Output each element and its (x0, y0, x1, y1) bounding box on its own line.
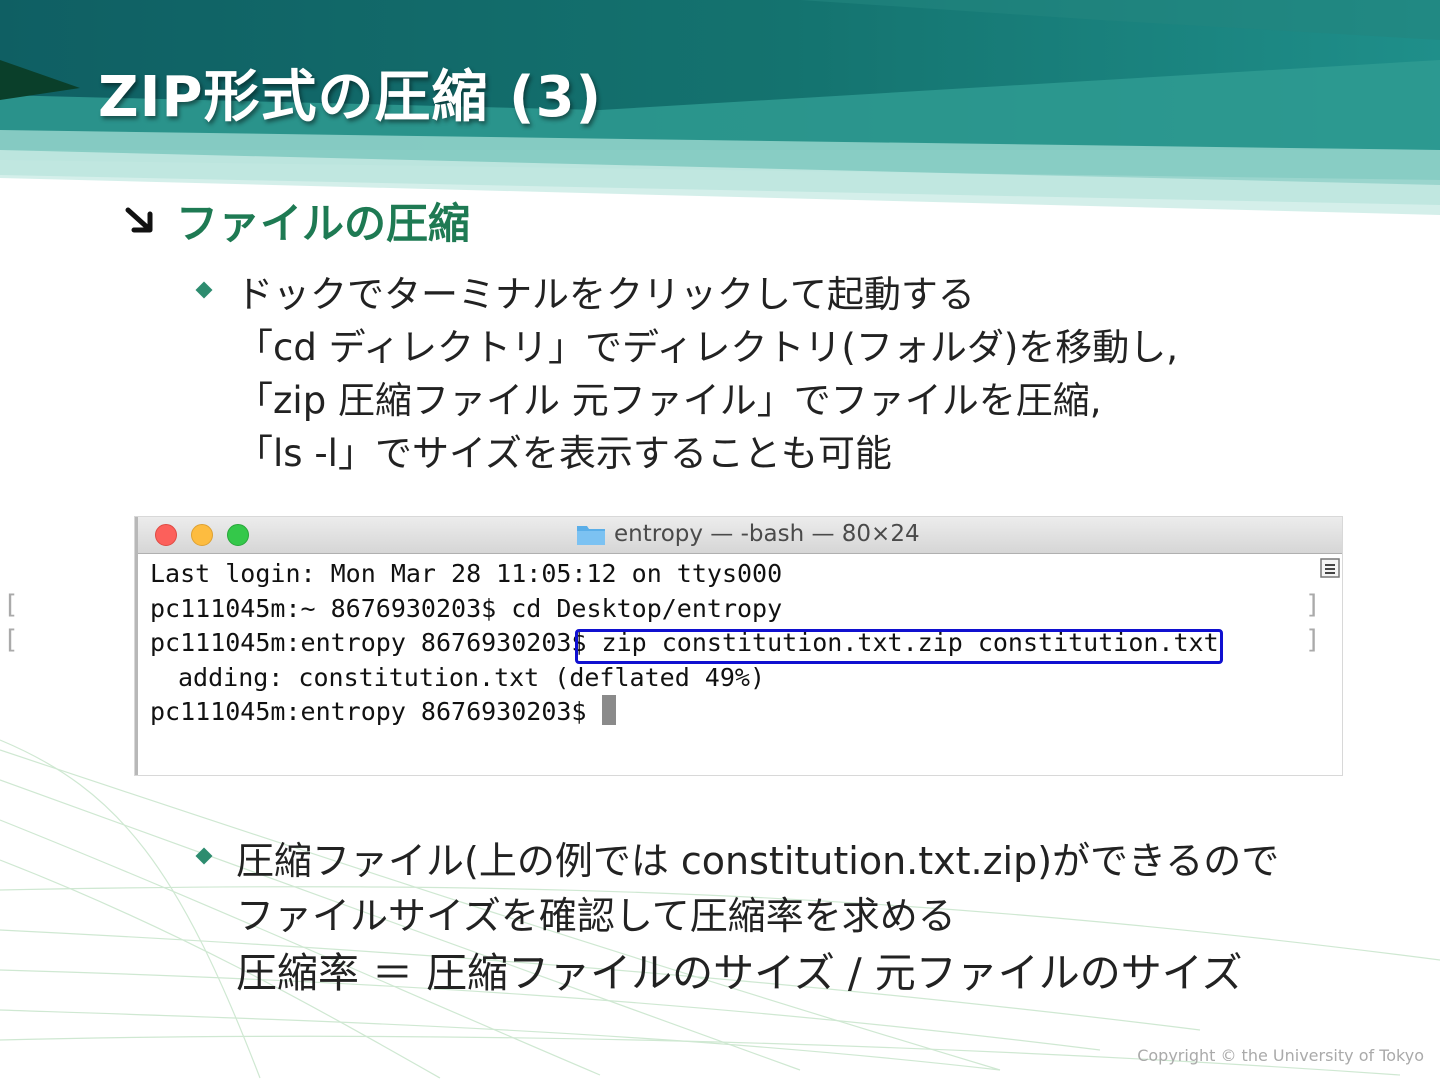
compression-ratio-formula: 圧縮率 ＝ 圧縮ファイルのサイズ / 元ファイルのサイズ (236, 949, 1243, 997)
bullet-line: ドックでターミナルをクリックして起動する (236, 273, 975, 316)
terminal-prompt-line: pc111045m:entropy 8676930203$ (150, 695, 1312, 730)
terminal-cursor (601, 695, 616, 725)
line-mark-right: ] (1305, 625, 1321, 655)
terminal-title-label: entropy — -bash — 80×24 (614, 521, 920, 547)
terminal-titlebar: entropy — -bash — 80×24 (138, 517, 1342, 554)
bullet-line: ファイルサイズを確認して圧縮率を求める (236, 894, 956, 938)
diamond-bullet-icon (195, 847, 213, 865)
arrow-down-right-icon (125, 207, 153, 233)
bullet-terminal-instructions: ドックでターミナルをクリックして起動する 「cd ディレクトリ」でディレクトリ(… (195, 268, 1179, 480)
command-highlight-box (575, 629, 1223, 664)
terminal-line: adding: constitution.txt (deflated 49%) (178, 662, 765, 692)
section-heading: ファイルの圧縮 (120, 192, 470, 248)
bullet-line: 圧縮ファイル(上の例では constitution.txt.zip)ができるので (236, 839, 1280, 883)
diamond-bullet-icon (195, 281, 213, 299)
line-mark-right: ] (1305, 590, 1321, 620)
bullet-line: 「cd ディレクトリ」でディレクトリ(フォルダ)を移動し, (236, 326, 1179, 369)
line-mark-left: [ (3, 590, 19, 620)
close-window-button[interactable] (155, 524, 177, 546)
copyright-notice: Copyright © the University of Tokyo (1137, 1046, 1424, 1065)
bullet-line: 「ls -l」でサイズを表示することも可能 (236, 432, 892, 475)
terminal-title: entropy — -bash — 80×24 (576, 521, 920, 547)
section-heading-label: ファイルの圧縮 (176, 198, 471, 248)
line-mark-left: [ (3, 625, 19, 655)
scroll-marks-icon[interactable] (1320, 558, 1340, 578)
bullet-line: 「zip 圧縮ファイル 元ファイル」でファイルを圧縮, (236, 379, 1102, 422)
terminal-prompt: pc111045m:entropy 8676930203$ (150, 697, 602, 726)
page-title: ZIP形式の圧縮 (3) (98, 65, 603, 130)
terminal-line: Last login: Mon Mar 28 11:05:12 on ttys0… (150, 559, 783, 588)
terminal-line: pc111045m:~ 8676930203$ cd Desktop/entro… (150, 593, 783, 623)
bullet-compression-ratio: 圧縮ファイル(上の例では constitution.txt.zip)ができるので… (195, 834, 1280, 1002)
zoom-window-button[interactable] (227, 524, 249, 546)
minimize-window-button[interactable] (191, 524, 213, 546)
folder-icon (577, 526, 605, 545)
